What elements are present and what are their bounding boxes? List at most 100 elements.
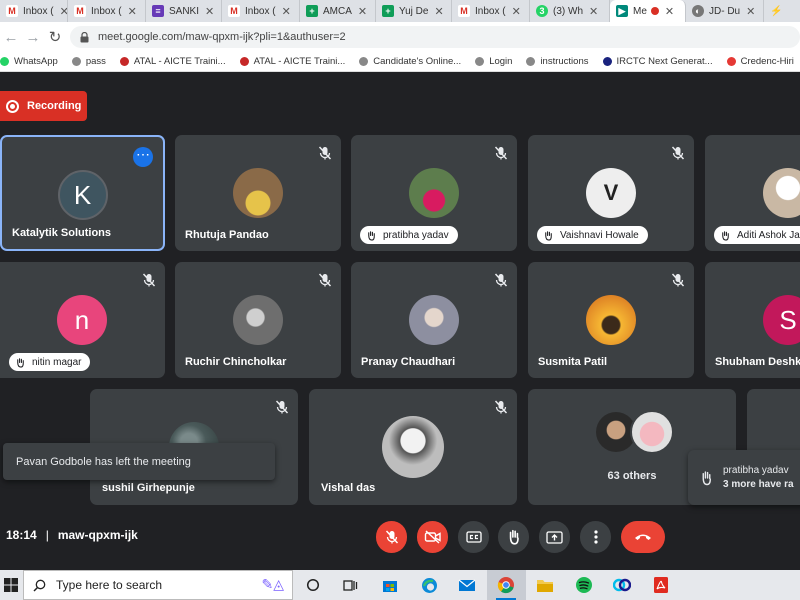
participant-tile-pranay[interactable]: Pranay Chaudhari bbox=[351, 262, 517, 378]
recording-badge[interactable]: Recording bbox=[0, 91, 87, 121]
participant-tile-rhutuja[interactable]: Rhutuja Pandao bbox=[175, 135, 341, 251]
back-icon[interactable]: ← bbox=[0, 29, 22, 46]
search-placeholder: Type here to search bbox=[56, 578, 163, 592]
cortana-icon[interactable] bbox=[303, 575, 323, 595]
store-icon[interactable] bbox=[380, 575, 400, 595]
irctc-icon bbox=[602, 57, 612, 66]
close-icon[interactable]: ✕ bbox=[589, 5, 598, 18]
hand-raised-badge: Aditi Ashok Ja bbox=[714, 226, 800, 244]
participant-tile-vaishnavi[interactable]: V Vaishnavi Howale bbox=[528, 135, 694, 251]
close-icon[interactable]: ✕ bbox=[128, 5, 137, 18]
bookmark-credenc[interactable]: Credenc-Hiri bbox=[726, 56, 794, 67]
bookmark-label: ATAL - AICTE Traini... bbox=[253, 56, 346, 67]
mic-off-icon bbox=[494, 146, 508, 160]
bookmark-candidate[interactable]: Candidate's Online... bbox=[359, 56, 461, 67]
present-screen-button[interactable] bbox=[539, 521, 570, 553]
bookmark-login[interactable]: Login bbox=[475, 56, 512, 67]
file-explorer-icon[interactable] bbox=[535, 575, 555, 595]
mic-off-icon bbox=[385, 530, 398, 544]
bookmark-whatsapp[interactable]: WhatsApp bbox=[0, 56, 58, 67]
flash-icon: ⚡ bbox=[770, 5, 783, 17]
leave-call-button[interactable] bbox=[621, 521, 665, 553]
close-icon[interactable]: ✕ bbox=[434, 5, 443, 18]
mic-off-icon bbox=[671, 273, 685, 287]
avatar bbox=[409, 168, 459, 218]
spotify-icon[interactable] bbox=[574, 575, 594, 595]
participant-tile-pratibha[interactable]: pratibha yadav bbox=[351, 135, 517, 251]
hand-icon bbox=[545, 230, 552, 241]
close-icon[interactable]: ✕ bbox=[60, 5, 67, 18]
meeting-code: maw-qpxm-ijk bbox=[57, 528, 138, 542]
tab-sheets-2[interactable]: + Yuj De ✕ bbox=[376, 0, 452, 22]
end-call-icon bbox=[635, 534, 651, 540]
participant-tile-ruchir[interactable]: Ruchir Chincholkar bbox=[175, 262, 341, 378]
bookmark-label: Credenc-Hiri bbox=[740, 56, 794, 67]
chrome-icon[interactable] bbox=[496, 575, 516, 600]
tab-jd[interactable]: ◐ JD- Du ✕ bbox=[686, 0, 764, 22]
bookmark-atal-1[interactable]: ATAL - AICTE Traini... bbox=[119, 56, 226, 67]
participant-name: Vishal das bbox=[321, 482, 376, 494]
participant-tile-susmita[interactable]: Susmita Patil bbox=[528, 262, 694, 378]
bookmark-pass[interactable]: pass bbox=[71, 56, 106, 67]
avatar bbox=[630, 410, 674, 454]
tab-gmail-4[interactable]: M Inbox (✕ bbox=[452, 0, 530, 22]
mail-icon[interactable] bbox=[457, 575, 477, 595]
tab-overflow[interactable]: ⚡ bbox=[764, 0, 788, 22]
close-icon[interactable]: ✕ bbox=[282, 5, 291, 18]
raise-hand-button[interactable] bbox=[498, 521, 529, 553]
avatar bbox=[233, 168, 283, 218]
tab-gmail-2[interactable]: M Inbox (✕ bbox=[68, 0, 146, 22]
camera-toggle-button[interactable] bbox=[417, 521, 448, 553]
mic-off-icon bbox=[142, 273, 156, 287]
acrobat-icon[interactable] bbox=[651, 575, 671, 595]
raised-hands-popup[interactable]: pratibha yadav 3 more have ra bbox=[688, 450, 800, 505]
close-icon[interactable]: ✕ bbox=[746, 5, 755, 18]
avatar-initial: K bbox=[73, 179, 92, 210]
url-input[interactable]: meet.google.com/maw-qpxm-ijk?pli=1&authu… bbox=[70, 26, 800, 48]
bookmark-irctc[interactable]: IRCTC Next Generat... bbox=[602, 56, 713, 67]
forward-icon[interactable]: → bbox=[22, 29, 44, 46]
tab-sheets-1[interactable]: + AMCA ✕ bbox=[300, 0, 376, 22]
avatar bbox=[382, 416, 444, 478]
present-icon bbox=[546, 530, 563, 544]
participant-name: nitin magar bbox=[32, 356, 82, 368]
participant-tile-katalytik[interactable]: K ⋯ Katalytik Solutions bbox=[0, 135, 165, 251]
participant-tile-aditi[interactable]: Aditi Ashok Ja bbox=[705, 135, 800, 251]
close-icon[interactable]: ✕ bbox=[358, 5, 367, 18]
tab-forms[interactable]: ≡ SANKI ✕ bbox=[146, 0, 222, 22]
tab-gmail-1[interactable]: M Inbox (✕ bbox=[0, 0, 68, 22]
tab-whatsapp[interactable]: 3 (3) Wh ✕ bbox=[530, 0, 610, 22]
participant-tile-shubham[interactable]: S Shubham Deshk bbox=[705, 262, 800, 378]
tab-label: Me bbox=[633, 5, 647, 17]
close-icon[interactable]: ✕ bbox=[665, 5, 674, 18]
hand-raised-badge: pratibha yadav bbox=[360, 226, 458, 244]
participant-name: Aditi Ashok Ja bbox=[737, 229, 800, 241]
tab-gmail-3[interactable]: M Inbox (✕ bbox=[222, 0, 300, 22]
participant-tile-nitin[interactable]: n nitin magar bbox=[0, 262, 165, 378]
close-icon[interactable]: ✕ bbox=[512, 5, 521, 18]
hand-raised-badge: nitin magar bbox=[9, 353, 91, 371]
avatar-initial: V bbox=[603, 180, 619, 205]
more-options-button[interactable] bbox=[580, 521, 611, 553]
bookmark-instructions[interactable]: instructions bbox=[526, 56, 589, 67]
meeting-details: 18:14 | maw-qpxm-ijk bbox=[6, 528, 138, 542]
edge-icon[interactable] bbox=[419, 575, 439, 595]
more-options-icon[interactable]: ⋯ bbox=[133, 147, 153, 167]
windows-start-icon[interactable] bbox=[4, 578, 18, 592]
captions-button[interactable] bbox=[458, 521, 489, 553]
participant-tile-vishal[interactable]: Vishal das bbox=[309, 389, 517, 505]
bookmark-label: IRCTC Next Generat... bbox=[616, 56, 713, 67]
bookmark-label: instructions bbox=[540, 56, 589, 67]
task-view-icon[interactable] bbox=[340, 575, 360, 595]
bookmarks-bar: WhatsApp pass ATAL - AICTE Traini... ATA… bbox=[0, 52, 800, 72]
participant-name: Pranay Chaudhari bbox=[361, 356, 456, 368]
reload-icon[interactable]: ↻ bbox=[44, 28, 66, 46]
gmail-icon: M bbox=[74, 5, 86, 17]
webex-icon[interactable] bbox=[612, 575, 632, 595]
mic-toggle-button[interactable] bbox=[376, 521, 407, 553]
tab-meet[interactable]: ▶ Me ✕ bbox=[610, 0, 686, 22]
camera-off-icon bbox=[424, 530, 441, 544]
bookmark-atal-2[interactable]: ATAL - AICTE Traini... bbox=[239, 56, 346, 67]
taskbar-search-input[interactable]: Type here to search ✎◬ bbox=[23, 570, 293, 600]
close-icon[interactable]: ✕ bbox=[205, 5, 214, 18]
